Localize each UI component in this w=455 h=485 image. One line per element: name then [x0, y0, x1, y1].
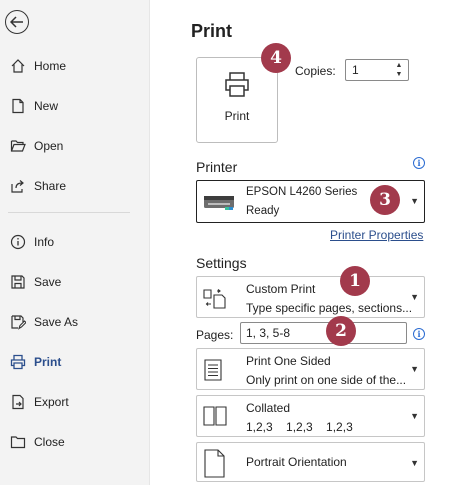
printer-icon [8, 352, 28, 372]
sidebar-item-print[interactable]: Print [0, 346, 150, 378]
custom-print-icon [202, 287, 228, 312]
back-arrow-icon[interactable] [5, 10, 29, 34]
share-icon [8, 176, 28, 196]
chevron-down-icon: ▼ [410, 292, 419, 302]
sidebar-item-label: Share [34, 179, 67, 193]
sidebar-item-label: Save [34, 275, 62, 289]
sidebar-item-label: Close [34, 435, 65, 449]
collated-pages-icon [202, 405, 228, 430]
collation-subtitle: 1,2,3 1,2,3 1,2,3 [246, 420, 353, 434]
printer-name: EPSON L4260 Series [246, 186, 358, 198]
printer-properties-link[interactable]: Printer Properties [330, 228, 423, 242]
chevron-up-icon[interactable]: ▲ [394, 61, 404, 70]
sidebar-item-share[interactable]: Share [0, 170, 150, 202]
info-icon[interactable]: i [413, 157, 425, 169]
printer-status: Ready [246, 205, 280, 217]
print-range-title: Custom Print [246, 282, 316, 296]
sidebar-item-label: Save As [34, 315, 79, 329]
page-title: Print [191, 21, 233, 41]
pages-input[interactable] [246, 326, 396, 340]
export-icon [8, 392, 28, 412]
printer-icon [223, 70, 251, 101]
sidebar-item-info[interactable]: Info [0, 226, 150, 258]
pages-label: Pages: [196, 328, 234, 342]
copies-label: Copies: [295, 64, 336, 78]
sidebar-item-close[interactable]: Close [0, 426, 150, 458]
sidebar-item-label: Home [34, 59, 67, 73]
copies-stepper[interactable]: ▲ ▼ [345, 59, 409, 81]
portrait-page-icon [202, 448, 228, 481]
info-icon [8, 232, 28, 252]
sidebar-item-new[interactable]: New [0, 90, 150, 122]
sidebar-item-open[interactable]: Open [0, 130, 150, 162]
sidebar-item-save[interactable]: Save [0, 266, 150, 298]
new-document-icon [8, 96, 28, 116]
sidebar-item-label: Print [34, 355, 62, 369]
save-icon [8, 272, 28, 292]
printer-heading: Printer [196, 159, 238, 175]
orientation-select[interactable]: Portrait Orientation ▼ [196, 442, 425, 482]
print-button[interactable]: Print [196, 57, 278, 143]
close-folder-icon [8, 432, 28, 452]
print-button-label: Print [224, 109, 250, 123]
callout-badge: 2 [326, 316, 356, 346]
pages-field[interactable] [240, 322, 407, 344]
collation-select[interactable]: Collated 1,2,3 1,2,3 1,2,3 ▼ [196, 395, 425, 437]
chevron-down-icon: ▼ [410, 411, 419, 421]
callout-badge: 3 [370, 185, 400, 215]
sidebar-item-export[interactable]: Export [0, 386, 150, 418]
sidebar-item-label: Export [34, 395, 69, 409]
copies-input[interactable] [352, 63, 390, 77]
sidebar-item-home[interactable]: Home [0, 50, 150, 82]
print-sides-select[interactable]: Print One Sided Only print on one side o… [196, 348, 425, 390]
printer-device-icon [203, 193, 235, 214]
chevron-down-icon: ▼ [410, 364, 419, 374]
save-as-icon [8, 312, 28, 332]
callout-badge: 4 [261, 43, 291, 73]
orientation-title: Portrait Orientation [246, 455, 347, 469]
collation-title: Collated [246, 401, 291, 415]
callout-badge: 1 [340, 266, 370, 296]
settings-heading: Settings [196, 255, 247, 271]
sidebar-item-label: New [34, 99, 59, 113]
print-range-select[interactable]: Custom Print Type specific pages, sectio… [196, 276, 425, 318]
chevron-down-icon: ▼ [410, 196, 419, 206]
sidebar-divider [8, 212, 130, 213]
backstage-sidebar: Home New Open Share Info Save Save As Pr… [0, 0, 150, 485]
print-range-subtitle: Type specific pages, sections... [246, 301, 413, 315]
sidebar-item-label: Open [34, 139, 64, 153]
print-sides-subtitle: Only print on one side of the... [246, 373, 407, 387]
chevron-down-icon: ▼ [410, 458, 419, 468]
sidebar-item-save-as[interactable]: Save As [0, 306, 150, 338]
one-sided-page-icon [202, 357, 228, 386]
sidebar-item-label: Info [34, 235, 55, 249]
home-icon [8, 56, 28, 76]
print-sides-title: Print One Sided [246, 354, 331, 368]
folder-open-icon [8, 136, 28, 156]
chevron-down-icon[interactable]: ▼ [394, 70, 404, 79]
info-icon[interactable]: i [413, 328, 425, 340]
